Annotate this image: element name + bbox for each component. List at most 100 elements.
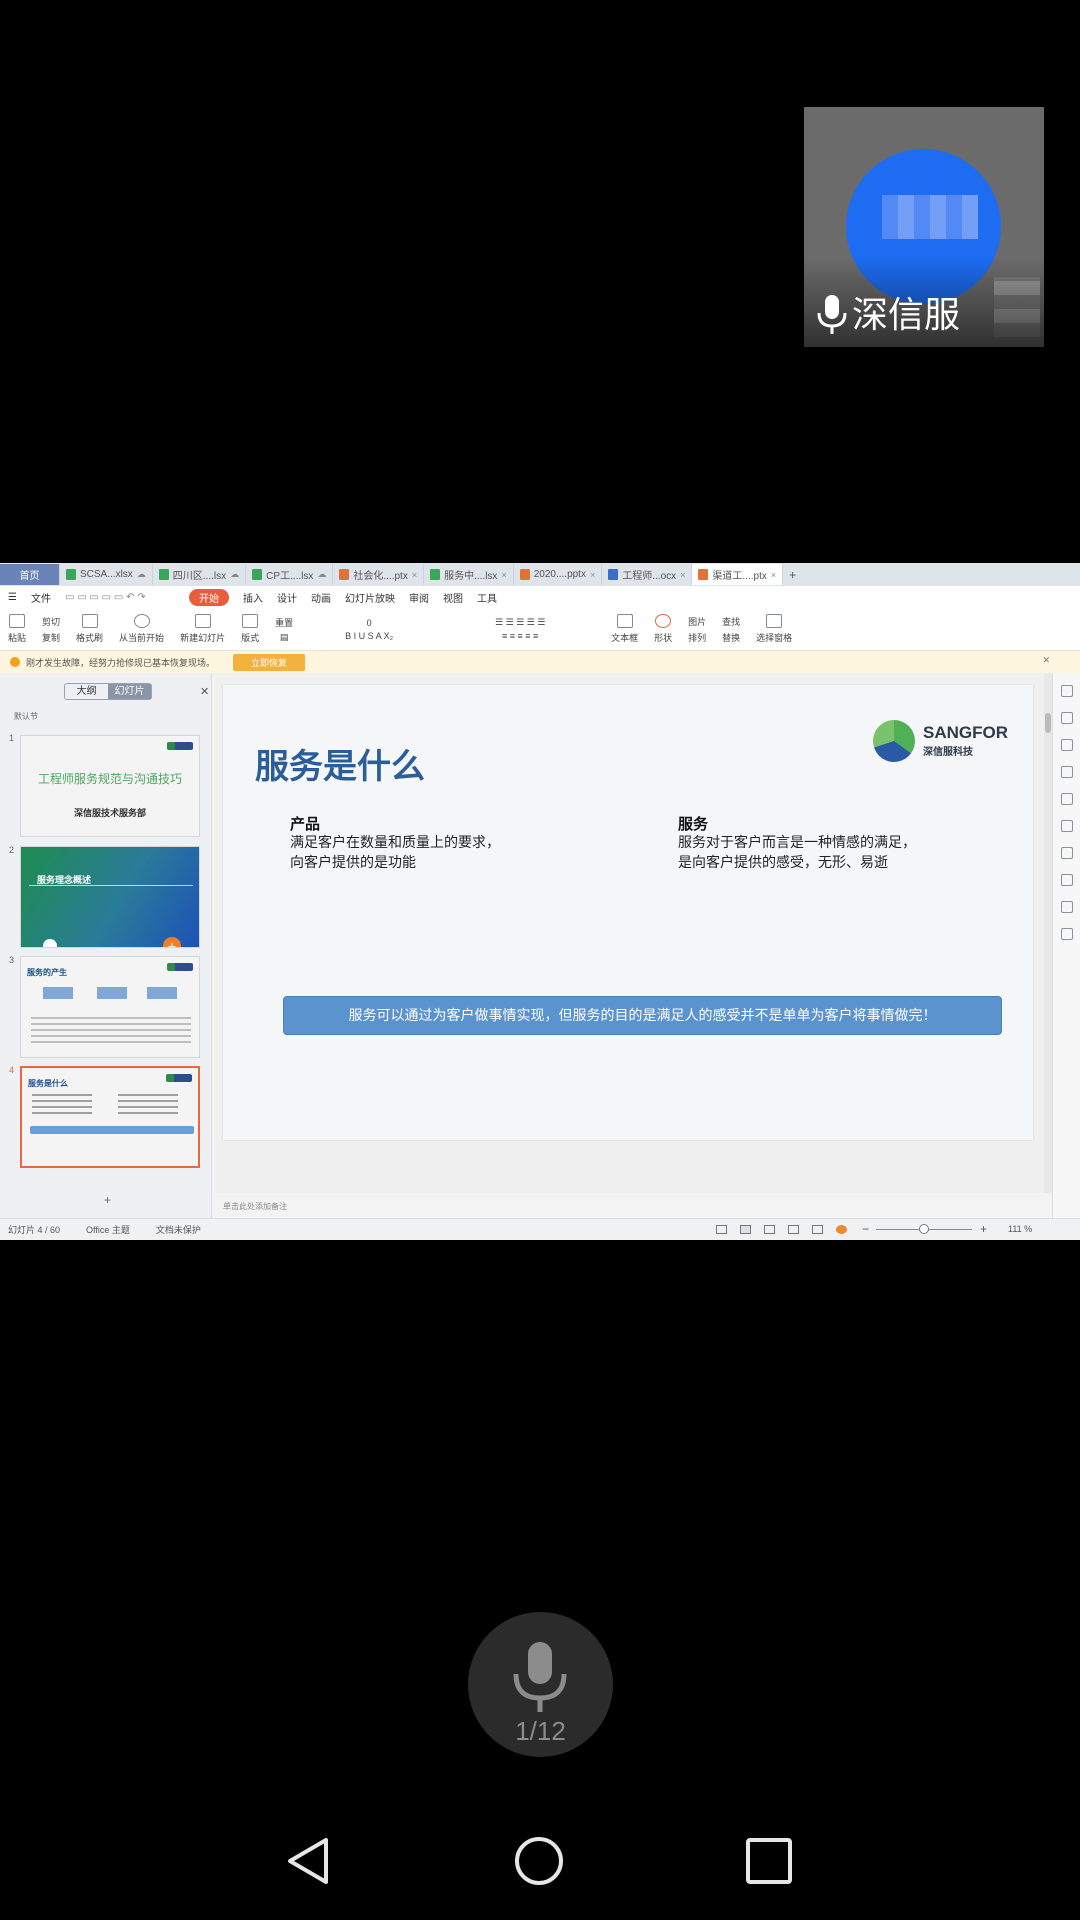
summary-banner[interactable]: 服务可以通过为客户做事情实现，但服务的目的是满足人的感受并不是单单为客户将事情做… [283, 996, 1002, 1035]
tool-icon[interactable] [1060, 766, 1073, 778]
present-view-icon[interactable] [812, 1225, 823, 1234]
tool-icon[interactable] [1060, 820, 1073, 832]
textbox-button[interactable]: 文本框 [611, 614, 638, 644]
tab-outline[interactable]: 大纲 [65, 684, 108, 699]
new-tab-button[interactable]: + [783, 564, 802, 585]
tool-icon[interactable] [1060, 847, 1073, 859]
tab-document[interactable]: CP工....lsx ☁ [246, 564, 334, 585]
add-slide-icon[interactable]: + [163, 937, 181, 947]
reading-view-icon[interactable] [788, 1225, 799, 1234]
font-controls[interactable]: 0 B I U S A X₂ [309, 618, 429, 641]
close-icon[interactable]: × [680, 570, 685, 580]
back-icon[interactable] [284, 1836, 334, 1886]
menu-view[interactable]: 视图 [443, 590, 463, 605]
menu-slideshow[interactable]: 幻灯片放映 [345, 590, 395, 605]
format-painter-button[interactable]: 格式刷 [76, 614, 103, 644]
recover-now-button[interactable]: 立即恢复 [233, 653, 306, 671]
product-heading[interactable]: 产品 [290, 813, 320, 834]
zoom-value[interactable]: 111 % [1008, 1224, 1032, 1234]
slide-title[interactable]: 服务是什么 [255, 739, 425, 788]
tab-document[interactable]: 社会化....ptx × [333, 564, 425, 585]
play-icon[interactable] [43, 939, 57, 947]
close-icon[interactable]: × [501, 570, 506, 580]
notes-placeholder[interactable]: 单击此处添加备注 [223, 1201, 287, 1212]
close-icon[interactable]: × [590, 570, 595, 580]
font-size-field[interactable]: 0 [367, 618, 372, 628]
microphone-button[interactable]: 1/12 [468, 1612, 613, 1757]
menu-review[interactable]: 审阅 [409, 590, 429, 605]
hamburger-icon[interactable]: ☰ [8, 592, 17, 603]
menu-design[interactable]: 设计 [277, 590, 297, 605]
notes-view-icon[interactable] [716, 1225, 727, 1234]
shape-icon [655, 614, 672, 628]
product-line-1[interactable]: 满足客户在数量和质量上的要求， [290, 832, 500, 852]
tab-document[interactable]: 四川区....lsx ☁ [153, 564, 247, 585]
tool-icon[interactable] [1060, 793, 1073, 805]
tab-document[interactable]: SCSA...xlsx ☁ [60, 564, 153, 585]
tool-icon[interactable] [1060, 928, 1073, 940]
service-heading[interactable]: 服务 [678, 813, 708, 834]
tool-icon[interactable] [1060, 874, 1073, 886]
play-slideshow-icon[interactable] [836, 1225, 847, 1234]
home-icon[interactable] [514, 1836, 564, 1886]
zoom-in-button[interactable]: + [980, 1222, 987, 1236]
sorter-view-icon[interactable] [764, 1225, 775, 1234]
close-icon[interactable]: × [412, 570, 417, 580]
quick-access-toolbar[interactable]: ▭ ▭ ▭ ▭ ▭ ↶ ↷ [65, 592, 175, 603]
reset-button[interactable]: 重置 ▤ [275, 616, 293, 643]
close-icon[interactable]: × [771, 570, 776, 580]
from-current-button[interactable]: 从当前开始 [119, 614, 164, 644]
find-button[interactable]: 查找 替换 [722, 615, 740, 644]
cloud-icon: ☁ [136, 569, 146, 579]
close-icon[interactable]: ✕ [200, 685, 209, 698]
slide-thumbnail[interactable]: 工程师服务规范与沟通技巧 深信服技术服务部 [20, 735, 200, 837]
new-slide-button[interactable]: 新建幻灯片 [180, 614, 225, 644]
close-icon[interactable]: ✕ [1042, 655, 1050, 666]
menu-file[interactable]: 文件 [31, 590, 51, 605]
picture-button[interactable]: 图片 排列 [688, 615, 706, 644]
service-line-2[interactable]: 是向客户提供的感受，无形、易逝 [678, 852, 888, 872]
product-line-2[interactable]: 向客户提供的是功能 [290, 852, 416, 872]
current-slide[interactable]: 服务是什么 SANGFOR 深信服科技 产品 满足客户在数量和质量上的要求， 向… [223, 685, 1033, 1140]
cut-button[interactable]: 剪切 复制 [42, 615, 60, 644]
section-icon: ▤ [279, 631, 289, 642]
tool-icon[interactable] [1060, 685, 1073, 697]
tab-document[interactable]: 2020....pptx × [514, 564, 603, 585]
protection-status[interactable]: 文档未保护 [156, 1223, 201, 1236]
tab-document[interactable]: 服务中....lsx × [424, 564, 514, 585]
paragraph-controls[interactable]: ☰ ☰ ☰ ☰ ☰ ≡ ≡ ≡ ≡ ≡ [445, 617, 595, 641]
layout-button[interactable]: 版式 [241, 614, 259, 644]
tab-document[interactable]: 工程师...ocx × [602, 564, 693, 585]
zoom-out-button[interactable]: − [862, 1222, 869, 1236]
section-label[interactable]: 默认节 [14, 711, 38, 722]
menu-insert[interactable]: 插入 [243, 590, 263, 605]
service-line-1[interactable]: 服务对于客户而言是一种情感的满足， [678, 832, 916, 852]
shape-button[interactable]: 形状 [654, 614, 672, 644]
align-icons: ≡ ≡ ≡ ≡ ≡ [501, 631, 539, 641]
normal-view-icon[interactable] [740, 1225, 751, 1234]
slide-thumbnail-selected[interactable]: 服务是什么 [20, 1066, 200, 1168]
slide-editor-canvas[interactable]: 服务是什么 SANGFOR 深信服科技 产品 满足客户在数量和质量上的要求， 向… [215, 673, 1045, 1211]
speaker-video-tile[interactable]: 深信服 [804, 107, 1044, 347]
tool-icon[interactable] [1060, 901, 1073, 913]
scroll-thumb[interactable] [1045, 713, 1051, 733]
vertical-scrollbar[interactable] [1044, 673, 1052, 1193]
paste-button[interactable]: 粘贴 [8, 614, 26, 644]
recents-icon[interactable] [744, 1836, 794, 1886]
menu-start[interactable]: 开始 [188, 588, 229, 606]
tab-home[interactable]: 首页 [0, 564, 60, 585]
tab-document-active[interactable]: 渠道工....ptx × [692, 564, 784, 585]
menu-animation[interactable]: 动画 [311, 590, 331, 605]
shared-screen[interactable]: 首页 SCSA...xlsx ☁ 四川区....lsx ☁ CP工....lsx ☁ … [0, 563, 1080, 1240]
zoom-slider-knob[interactable] [919, 1224, 929, 1234]
add-slide-button[interactable]: + [104, 1193, 111, 1207]
textbox-icon [616, 614, 633, 628]
menu-tools[interactable]: 工具 [477, 590, 497, 605]
theme-name[interactable]: Office 主题 [86, 1223, 130, 1236]
slide-thumbnail[interactable]: 服务理念概述 + [20, 846, 200, 948]
tool-icon[interactable] [1060, 712, 1073, 724]
tool-icon[interactable] [1060, 739, 1073, 751]
slide-thumbnail[interactable]: 服务的产生 [20, 956, 200, 1058]
tab-slides[interactable]: 幻灯片 [108, 684, 151, 699]
select-pane-button[interactable]: 选择窗格 [756, 614, 792, 644]
